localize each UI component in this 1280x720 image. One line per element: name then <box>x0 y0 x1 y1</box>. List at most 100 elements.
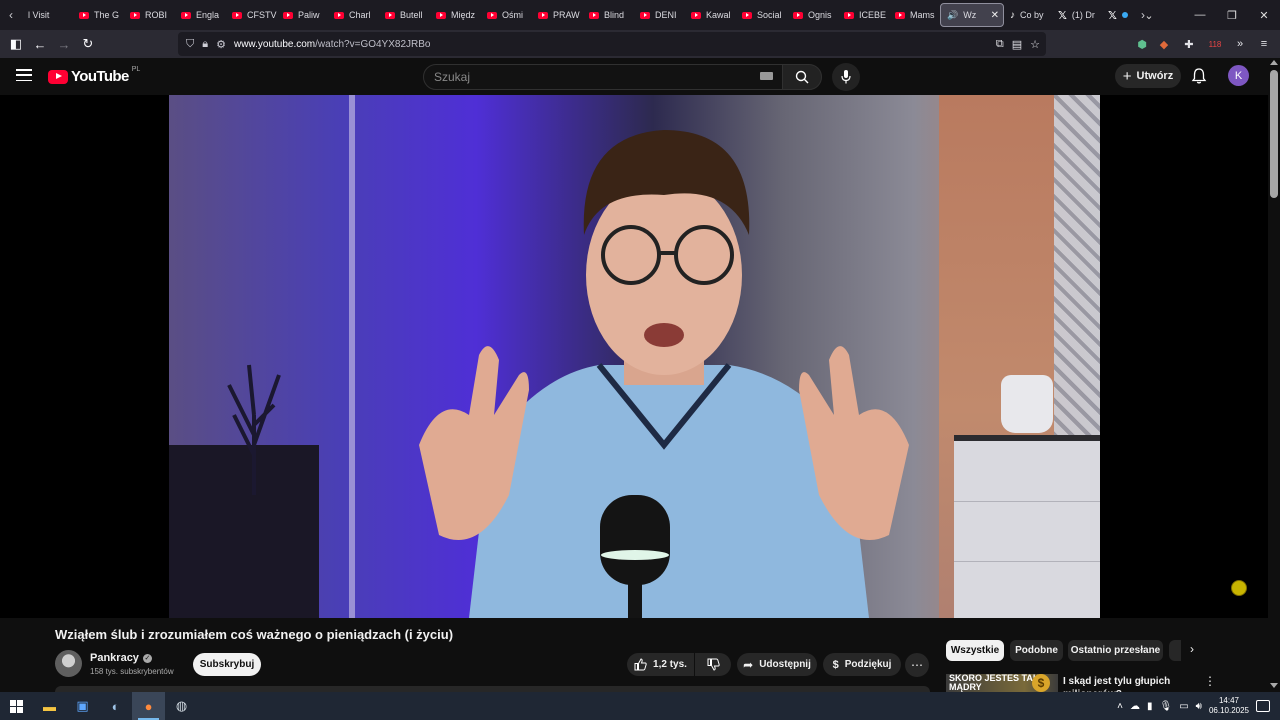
tab-item[interactable]: Blind <box>583 3 634 27</box>
tab-item[interactable]: The G <box>73 3 124 27</box>
account-avatar[interactable]: K <box>1228 65 1249 86</box>
back-button[interactable]: ← <box>28 32 52 56</box>
kebab-menu-icon[interactable]: ⋮ <box>1204 674 1216 688</box>
close-icon[interactable]: ✕ <box>991 10 999 21</box>
chip-recently-uploaded[interactable]: Ostatnio przesłane <box>1068 640 1163 661</box>
permissions-icon[interactable]: ⚙ <box>216 38 226 51</box>
tab-label: Co by <box>1020 10 1044 20</box>
share-button[interactable]: ➦ Udostępnij <box>737 653 817 676</box>
reader-view-icon[interactable]: ▤ <box>1012 38 1022 51</box>
tab-item[interactable]: Międz <box>430 3 481 27</box>
scrollbar-thumb[interactable] <box>1270 70 1278 198</box>
onedrive-cloud-icon[interactable]: ☁ <box>1130 701 1140 712</box>
vpn-app-icon[interactable]: ◍ <box>165 692 198 720</box>
lock-icon[interactable]: 🔒︎ <box>202 38 208 51</box>
network-icon[interactable]: ▭ <box>1179 701 1188 712</box>
usb-icon[interactable]: ▮ <box>1147 701 1153 712</box>
chip-all[interactable]: Wszystkie <box>946 640 1004 661</box>
app-window-icon[interactable]: ▣ <box>66 692 99 720</box>
tab-item[interactable]: Charl <box>328 3 379 27</box>
overflow-menu-icon[interactable]: » <box>1228 32 1252 56</box>
forward-button[interactable]: → <box>52 32 76 56</box>
tab-active-video[interactable]: 🔊 Wz ✕ <box>940 3 1004 27</box>
tab-label: Ognis <box>808 10 832 20</box>
tab-item[interactable]: l Visit <box>22 3 73 27</box>
shield-icon[interactable]: ⛉ <box>186 38 194 51</box>
scroll-up-icon[interactable] <box>1270 60 1278 65</box>
extensions-puzzle-icon[interactable]: ✚ <box>1177 32 1201 56</box>
video-frame[interactable] <box>169 95 1100 618</box>
tab-item[interactable]: PRAW <box>532 3 583 27</box>
tab-x[interactable]: 𝕏 (1) Dr <box>1052 3 1102 27</box>
chevron-right-icon[interactable]: › <box>1190 642 1194 656</box>
extension-badge-icon[interactable]: 118 <box>1203 32 1227 56</box>
menu-icon[interactable] <box>16 69 32 81</box>
sidebar-toggle-icon[interactable]: ◧ <box>4 32 28 56</box>
tab-item[interactable]: Social <box>736 3 787 27</box>
tab-item[interactable]: Butell <box>379 3 430 27</box>
subscribe-button[interactable]: Subskrybuj <box>193 653 261 676</box>
recommended-thumbnail[interactable]: SKORO JESTEŚ TAKI MĄDRY $ <box>946 674 1058 692</box>
tab-x-2[interactable]: 𝕏 <box>1102 3 1132 27</box>
tab-item[interactable]: ICEBE <box>838 3 889 27</box>
bookmark-star-icon[interactable]: ☆ <box>1030 38 1040 51</box>
chip-next-partial[interactable] <box>1169 640 1181 661</box>
thanks-button[interactable]: $ Podziękuj <box>823 653 901 676</box>
tab-item[interactable]: DENI <box>634 3 685 27</box>
tab-label: Mams <box>910 10 935 20</box>
tab-label: Międz <box>451 10 476 20</box>
like-button[interactable]: 1,2 tys. <box>627 653 694 676</box>
url-text[interactable]: www.youtube.com/watch?v=GO4YX82JRBo <box>234 39 431 50</box>
video-player[interactable] <box>0 95 1268 618</box>
youtube-logo[interactable]: YouTube PL <box>48 66 140 85</box>
app-menu-icon[interactable]: ≡ <box>1252 32 1276 56</box>
dislike-button[interactable] <box>695 653 731 676</box>
picture-in-picture-icon[interactable]: ⧉ <box>996 38 1004 51</box>
tab-item[interactable]: Kawal <box>685 3 736 27</box>
youtube-favicon-icon <box>181 11 191 19</box>
restore-icon[interactable]: ❐ <box>1216 0 1248 30</box>
close-window-icon[interactable]: ✕ <box>1248 0 1280 30</box>
tab-item[interactable]: Mams <box>889 3 940 27</box>
notifications-bell-icon[interactable] <box>1190 67 1208 85</box>
extension-shield-icon[interactable]: ⬢ <box>1130 32 1154 56</box>
tab-item[interactable]: Ośmi <box>481 3 532 27</box>
firefox-icon[interactable]: ● <box>132 692 165 720</box>
channel-name[interactable]: Pankracy ✓ <box>90 652 152 664</box>
reload-button[interactable]: ↻ <box>76 32 100 56</box>
clock[interactable]: 14:47 06.10.2025 <box>1209 696 1249 716</box>
tab-item[interactable]: ROBI <box>124 3 175 27</box>
speaker-icon[interactable]: 🔊 <box>947 10 958 21</box>
search-input[interactable]: Szukaj <box>423 64 783 90</box>
scroll-down-icon[interactable] <box>1270 683 1278 688</box>
tab-item[interactable]: Paliw <box>277 3 328 27</box>
url-bar[interactable]: ⛉ 🔒︎ ⚙ www.youtube.com/watch?v=GO4YX82JR… <box>178 32 1046 56</box>
file-explorer-icon[interactable]: ▬ <box>33 692 66 720</box>
tab-item[interactable]: Engla <box>175 3 226 27</box>
autoscroll-indicator-icon[interactable] <box>1231 580 1247 596</box>
notifications-icon[interactable] <box>1256 700 1270 712</box>
search-button[interactable] <box>782 64 822 90</box>
extension-fox-icon[interactable]: ◆ <box>1152 32 1176 56</box>
more-actions-button[interactable]: ⋯ <box>905 653 929 677</box>
recommended-title[interactable]: I skąd jest tylu głupich milionerów? <box>1063 675 1193 692</box>
chevron-down-icon[interactable]: ⌄ <box>1140 0 1158 30</box>
chip-related[interactable]: Podobne <box>1010 640 1063 661</box>
page-scrollbar[interactable] <box>1268 58 1280 692</box>
tray-chevron-up-icon[interactable]: ˄ <box>1117 701 1123 712</box>
tab-tiktok[interactable]: ♪ Co by <box>1004 3 1052 27</box>
voice-search-button[interactable] <box>832 63 860 91</box>
keyboard-icon[interactable] <box>760 72 773 80</box>
channel-avatar[interactable] <box>55 650 82 677</box>
tab-scroll-left-button[interactable]: ‹ <box>0 0 22 30</box>
youtube-favicon-icon <box>895 11 905 19</box>
create-button[interactable]: + Utwórz <box>1115 64 1181 88</box>
steam-icon[interactable]: ◐ <box>99 692 132 720</box>
minimize-icon[interactable]: — <box>1184 0 1216 30</box>
start-button[interactable] <box>0 692 33 720</box>
microphone-tray-icon[interactable]: 🎙︎ <box>1159 701 1172 712</box>
volume-icon[interactable]: 🔊︎ <box>1196 701 1202 712</box>
tab-label: Social <box>757 10 782 20</box>
tab-item[interactable]: CFSTV <box>226 3 277 27</box>
tab-item[interactable]: Ognis <box>787 3 838 27</box>
